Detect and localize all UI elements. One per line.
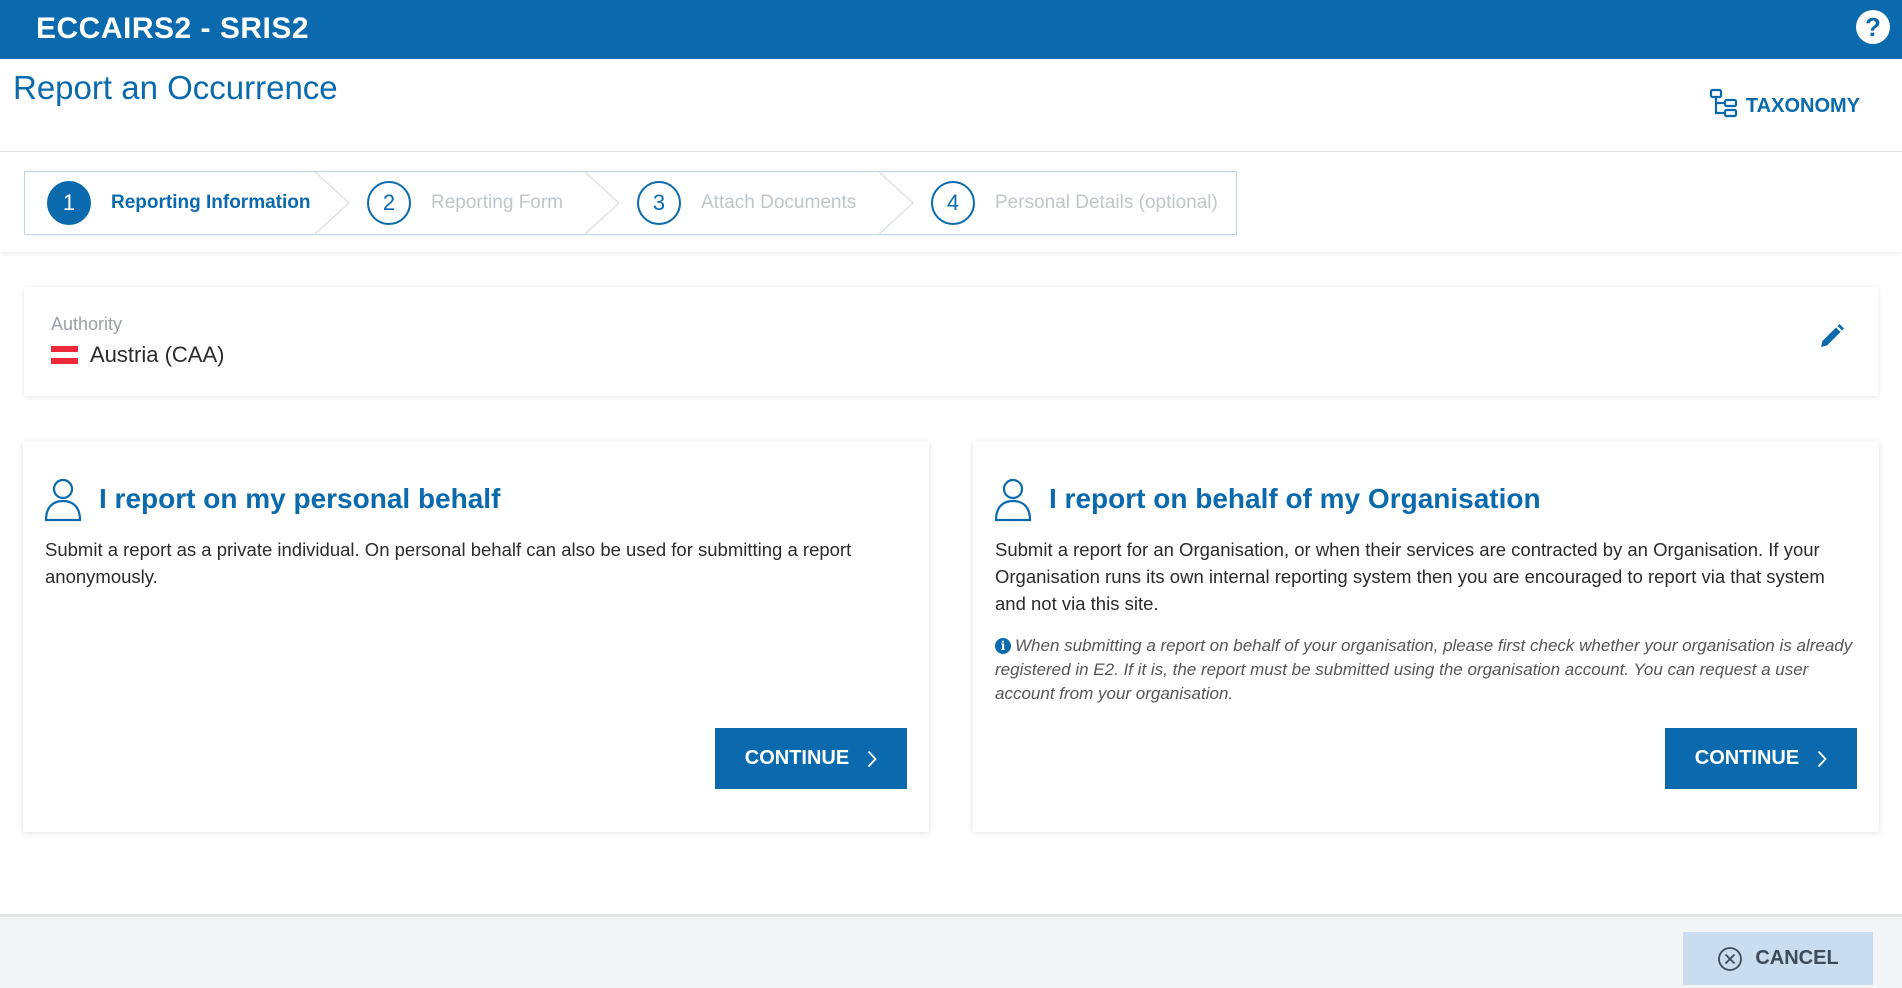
- authority-value: Austria (CAA): [51, 342, 224, 368]
- card-header: I report on my personal behalf: [43, 476, 500, 522]
- continue-label: CONTINUE: [744, 747, 850, 769]
- stepper-band: 1 Reporting Information 2 Reporting Form…: [0, 152, 1902, 252]
- step-number: 3: [637, 181, 681, 225]
- taxonomy-label: TAXONOMY: [1745, 94, 1860, 117]
- cancel-label: CANCEL: [1755, 947, 1839, 969]
- step-label: Attach Documents: [701, 192, 857, 213]
- card-header: I report on behalf of my Organisation: [993, 476, 1541, 522]
- step-attach-documents[interactable]: 3 Attach Documents: [637, 172, 856, 234]
- authority-name: Austria (CAA): [90, 342, 225, 367]
- step-reporting-form[interactable]: 2 Reporting Form: [367, 172, 563, 234]
- step-number: 2: [367, 181, 411, 225]
- continue-organisation-button[interactable]: CONTINUE: [1665, 728, 1857, 789]
- hierarchy-icon: [1708, 87, 1740, 125]
- step-separator: [878, 172, 915, 234]
- stepper: 1 Reporting Information 2 Reporting Form…: [24, 171, 1237, 235]
- top-bar: ECCAIRS2 - SRIS2 ?: [0, 0, 1902, 59]
- organisation-info-note: i When submitting a report on behalf of y…: [995, 634, 1861, 706]
- step-number: 4: [931, 181, 975, 225]
- user-icon: [44, 478, 82, 522]
- card-description: Submit a report for an Organisation, or …: [995, 539, 1825, 614]
- step-label: Personal Details (optional): [995, 192, 1218, 213]
- continue-label: CONTINUE: [1694, 747, 1800, 769]
- info-icon: i: [995, 638, 1011, 654]
- step-personal-details[interactable]: 4 Personal Details (optional): [931, 172, 1218, 234]
- page-header: Report an Occurrence TAXONOMY: [0, 59, 1902, 152]
- austria-flag-icon: [51, 346, 78, 364]
- step-separator: [584, 172, 621, 234]
- card-title: I report on behalf of my Organisation: [1049, 483, 1541, 514]
- organisation-behalf-card: I report on behalf of my Organisation Su…: [973, 442, 1879, 832]
- card-title: I report on my personal behalf: [99, 483, 501, 514]
- close-circle-icon: [1718, 946, 1743, 971]
- authority-card: Authority Austria (CAA): [24, 287, 1878, 396]
- user-icon: [994, 478, 1032, 522]
- footer-bar: CANCEL: [0, 914, 1902, 988]
- app-logo: ECCAIRS2 - SRIS2: [36, 12, 310, 45]
- authority-label: Authority: [51, 314, 123, 334]
- step-separator: [314, 172, 351, 234]
- card-description: Submit a report as a private individual.…: [45, 539, 852, 587]
- help-button[interactable]: ?: [1856, 10, 1890, 44]
- page-title: Report an Occurrence: [13, 69, 338, 106]
- chevron-right-icon: [1818, 750, 1827, 767]
- step-number: 1: [47, 181, 91, 225]
- taxonomy-button[interactable]: TAXONOMY: [1708, 87, 1860, 125]
- chevron-right-icon: [868, 750, 877, 767]
- personal-behalf-card: I report on my personal behalf Submit a …: [23, 442, 929, 832]
- pencil-icon: [1821, 324, 1844, 347]
- info-text: When submitting a report on behalf of yo…: [995, 636, 1853, 703]
- step-label: Reporting Information: [111, 192, 311, 213]
- step-label: Reporting Form: [431, 192, 563, 213]
- step-reporting-information[interactable]: 1 Reporting Information: [47, 172, 310, 234]
- continue-personal-button[interactable]: CONTINUE: [715, 728, 907, 789]
- cancel-button[interactable]: CANCEL: [1683, 932, 1873, 985]
- edit-authority-button[interactable]: [1814, 320, 1848, 354]
